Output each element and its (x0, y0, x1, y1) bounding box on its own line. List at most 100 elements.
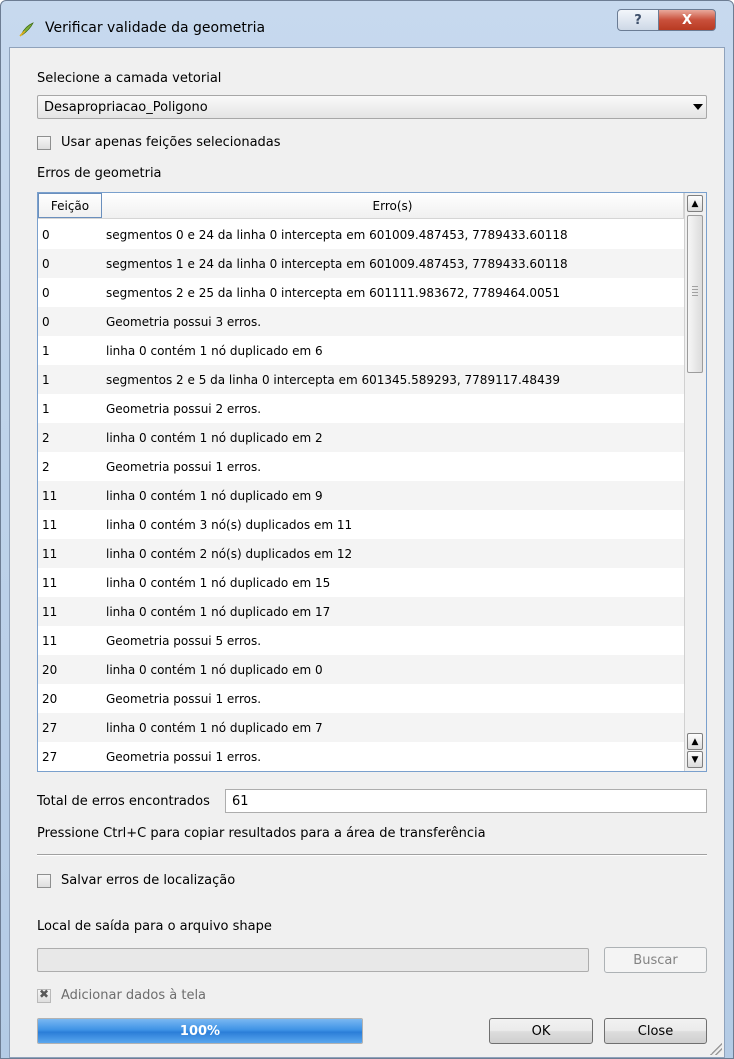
scroll-up-button[interactable]: ▲ (687, 195, 703, 212)
cell-feature: 2 (42, 459, 50, 474)
table-row[interactable]: 1 linha 0 contém 1 nó duplicado em 6 (38, 336, 684, 365)
table-row[interactable]: 0 segmentos 1 e 24 da linha 0 intercepta … (38, 249, 684, 278)
title-bar[interactable]: Verificar validade da geometria ? X (1, 1, 733, 47)
add-to-canvas-label: Adicionar dados à tela (61, 988, 207, 1003)
cell-feature: 20 (42, 691, 58, 706)
table-row[interactable]: 0 Geometria possui 3 erros. (38, 307, 684, 336)
cell-error: segmentos 2 e 25 da linha 0 intercepta e… (106, 285, 560, 300)
table-row[interactable]: 20 Geometria possui 1 erros. (38, 684, 684, 713)
cell-feature: 0 (42, 227, 50, 242)
vertical-scrollbar[interactable]: ▲ ▲ ▼ (684, 193, 706, 771)
cell-error: segmentos 1 e 24 da linha 0 intercepta e… (106, 256, 568, 271)
cell-feature: 0 (42, 256, 50, 271)
table-row[interactable]: 2 linha 0 contém 1 nó duplicado em 2 (38, 423, 684, 452)
cell-feature: 27 (42, 720, 58, 735)
table-row[interactable]: 11 linha 0 contém 1 nó duplicado em 17 (38, 597, 684, 626)
cell-feature: 0 (42, 314, 50, 329)
browse-button[interactable]: Buscar (604, 947, 707, 973)
table-row[interactable]: 11 Geometria possui 5 erros. (38, 626, 684, 655)
cell-feature: 1 (42, 343, 50, 358)
cell-feature: 11 (42, 546, 58, 561)
progress-bar: 100% (37, 1018, 363, 1044)
layer-select[interactable]: Desapropriacao_Poligono (37, 95, 707, 119)
table-row[interactable]: 27 linha 0 contém 1 nó duplicado em 7 (38, 713, 684, 742)
errors-table[interactable]: Feição Erro(s) 0 segmentos 0 e 24 da linh… (37, 192, 707, 772)
table-row[interactable]: 2 Geometria possui 1 erros. (38, 452, 684, 481)
save-errors-checkbox[interactable] (37, 874, 51, 888)
help-button[interactable]: ? (617, 9, 659, 31)
errors-label: Erros de geometria (37, 166, 162, 181)
cell-error: linha 0 contém 1 nó duplicado em 6 (106, 343, 323, 358)
cell-error: linha 0 contém 1 nó duplicado em 9 (106, 488, 323, 503)
cell-feature: 0 (42, 285, 50, 300)
cell-feature: 20 (42, 662, 58, 677)
total-errors-field[interactable]: 61 (225, 789, 707, 813)
window-title: Verificar validade da geometria (45, 20, 266, 36)
cell-feature: 11 (42, 517, 58, 532)
cell-error: segmentos 2 e 5 da linha 0 intercepta em… (106, 372, 560, 387)
table-header: Feição Erro(s) (38, 193, 684, 219)
resize-grip[interactable] (710, 1043, 722, 1055)
arrow-up-icon: ▲ (691, 198, 699, 209)
cell-error: linha 0 contém 1 nó duplicado em 0 (106, 662, 323, 677)
close-button[interactable]: Close (604, 1018, 707, 1044)
arrow-down-icon: ▼ (691, 754, 699, 765)
cell-error: linha 0 contém 2 nó(s) duplicados em 12 (106, 546, 353, 561)
save-errors-label: Salvar erros de localização (61, 873, 236, 888)
cell-error: linha 0 contém 1 nó duplicado em 7 (106, 720, 323, 735)
dialog-body: Selecione a camada vetorial Desapropriac… (9, 47, 725, 1058)
cell-error: segmentos 0 e 24 da linha 0 intercepta e… (106, 227, 568, 242)
scroll-thumb[interactable] (687, 215, 703, 373)
dialog-window: Verificar validade da geometria ? X Sele… (0, 0, 734, 1059)
ok-button[interactable]: OK (489, 1018, 593, 1044)
cell-feature: 11 (42, 488, 58, 503)
qgis-app-icon (19, 22, 34, 37)
cell-error: linha 0 contém 1 nó duplicado em 17 (106, 604, 331, 619)
cell-error: linha 0 contém 1 nó duplicado em 15 (106, 575, 331, 590)
cell-error: Geometria possui 3 erros. (106, 314, 262, 329)
copy-hint-text: Pressione Ctrl+C para copiar resultados … (37, 826, 486, 841)
cell-error: Geometria possui 1 erros. (106, 691, 262, 706)
cell-feature: 2 (42, 430, 50, 445)
divider (37, 854, 707, 856)
layer-select-value: Desapropriacao_Poligono (44, 100, 208, 115)
table-row[interactable]: 11 linha 0 contém 3 nó(s) duplicados em 1… (38, 510, 684, 539)
output-path-label: Local de saída para o arquivo shape (37, 919, 272, 934)
table-row[interactable]: 27 Geometria possui 1 erros. (38, 742, 684, 771)
cell-feature: 1 (42, 401, 50, 416)
column-header-feature[interactable]: Feição (38, 193, 102, 218)
cell-error: Geometria possui 1 erros. (106, 459, 262, 474)
cell-error: Geometria possui 2 erros. (106, 401, 262, 416)
only-selected-checkbox[interactable] (37, 136, 51, 150)
cell-error: Geometria possui 5 erros. (106, 633, 262, 648)
table-row[interactable]: 11 linha 0 contém 1 nó duplicado em 9 (38, 481, 684, 510)
cell-feature: 11 (42, 633, 58, 648)
grip-icon (692, 286, 698, 298)
table-row[interactable]: 20 linha 0 contém 1 nó duplicado em 0 (38, 655, 684, 684)
table-row[interactable]: 1 Geometria possui 2 erros. (38, 394, 684, 423)
cell-feature: 27 (42, 749, 58, 764)
layer-label: Selecione a camada vetorial (37, 71, 222, 86)
table-row[interactable]: 1 segmentos 2 e 5 da linha 0 intercepta e… (38, 365, 684, 394)
window-close-button[interactable]: X (658, 9, 716, 31)
table-body: 0 segmentos 0 e 24 da linha 0 intercepta … (38, 220, 684, 771)
table-row[interactable]: 11 linha 0 contém 2 nó(s) duplicados em 1… (38, 539, 684, 568)
table-row[interactable]: 0 segmentos 0 e 24 da linha 0 intercepta … (38, 220, 684, 249)
cell-feature: 11 (42, 575, 58, 590)
scroll-down-button[interactable]: ▼ (687, 751, 703, 768)
table-row[interactable]: 11 linha 0 contém 1 nó duplicado em 15 (38, 568, 684, 597)
chevron-down-icon (693, 104, 703, 110)
cell-error: linha 0 contém 3 nó(s) duplicados em 11 (106, 517, 353, 532)
cell-error: Geometria possui 1 erros. (106, 749, 262, 764)
table-row[interactable]: 0 segmentos 2 e 25 da linha 0 intercepta … (38, 278, 684, 307)
progress-label: 100% (179, 1023, 221, 1039)
check-icon: ✖ (39, 987, 50, 1001)
add-to-canvas-checkbox[interactable]: ✖ (37, 987, 51, 1003)
cell-feature: 1 (42, 372, 50, 387)
only-selected-label: Usar apenas feições selecionadas (61, 135, 281, 150)
output-path-field[interactable] (37, 948, 589, 972)
cell-error: linha 0 contém 1 nó duplicado em 2 (106, 430, 323, 445)
scroll-up-button-bottom[interactable]: ▲ (687, 733, 703, 750)
column-header-errors[interactable]: Erro(s) (102, 193, 684, 218)
cell-feature: 11 (42, 604, 58, 619)
